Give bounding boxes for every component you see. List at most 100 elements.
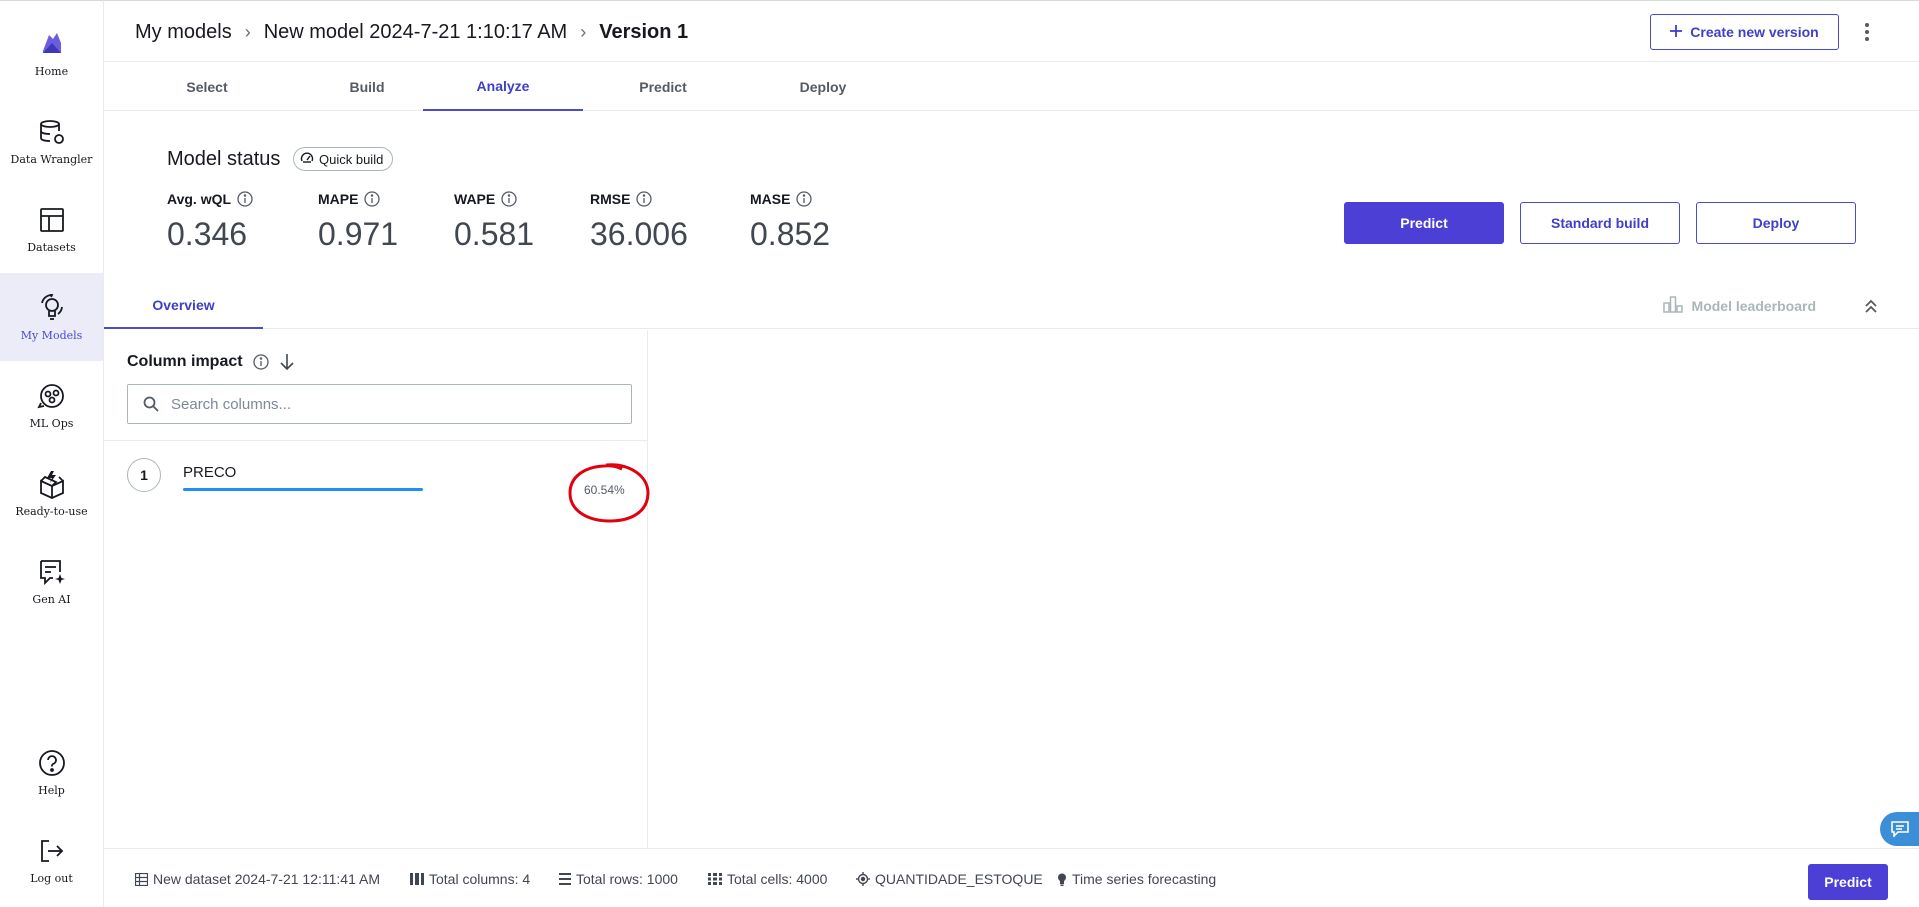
search-columns-field[interactable] <box>127 384 632 424</box>
info-icon[interactable] <box>364 191 381 207</box>
sidebar-item-data-wrangler[interactable]: Data Wrangler <box>0 97 103 185</box>
info-icon[interactable] <box>501 191 517 207</box>
columns-icon <box>410 873 424 885</box>
divider <box>104 440 648 441</box>
sidebar-item-label: ML Ops <box>29 416 74 430</box>
search-icon <box>143 396 159 412</box>
footer-total-cells: Total cells: 4000 <box>708 871 827 887</box>
build-type-badge: Quick build <box>293 147 394 171</box>
metric-value: 0.971 <box>318 216 399 252</box>
metric-rmse: RMSE 36.006 <box>590 191 688 253</box>
metric-value: 0.346 <box>167 216 248 252</box>
tab-select[interactable]: Select <box>127 62 287 111</box>
chevron-right-icon: › <box>580 22 587 42</box>
footer-total-rows: Total rows: 1000 <box>559 871 678 887</box>
column-impact-panel: Column impact 1 PRECO 60.54% <box>104 330 648 848</box>
chat-sparkle-icon <box>37 557 67 587</box>
step-tabs: Select Build Analyze Predict Deploy <box>104 62 1919 111</box>
metric-value: 36.006 <box>590 216 688 252</box>
model-leaderboard-link[interactable]: Model leaderboard <box>1662 295 1816 316</box>
info-icon[interactable] <box>237 191 253 207</box>
build-type-label: Quick build <box>319 151 384 167</box>
standard-build-button[interactable]: Standard build <box>1520 202 1680 244</box>
info-icon[interactable] <box>796 191 813 207</box>
sidebar-item-my-models[interactable]: My Models <box>0 273 103 361</box>
tab-analyze[interactable]: Analyze <box>423 62 583 111</box>
sidebar-item-label: My Models <box>20 328 83 342</box>
metric-wape: WAPE 0.581 <box>454 191 534 253</box>
box-icon <box>37 469 67 499</box>
red-annotation-circle <box>568 463 650 523</box>
sidebar-item-label: Log out <box>30 871 73 885</box>
column-name: PRECO <box>183 464 237 481</box>
plus-icon <box>1670 24 1683 40</box>
tab-overview[interactable]: Overview <box>104 283 263 329</box>
sidebar-item-ml-ops[interactable]: ML Ops <box>0 361 103 449</box>
table-icon <box>135 872 148 886</box>
breadcrumb-model[interactable]: New model 2024-7-21 1:10:17 AM <box>264 21 568 44</box>
model-status-title: Model status <box>167 148 281 170</box>
footer-target-column: QUANTIDADE_ESTOQUE <box>856 871 1043 887</box>
target-icon <box>856 872 870 886</box>
breadcrumb-version: Version 1 <box>599 21 689 43</box>
footer-total-columns: Total columns: 4 <box>410 871 530 887</box>
dataset-name: New dataset 2024-7-21 12:11:41 AM <box>153 871 381 887</box>
sidebar-item-log-out[interactable]: Log out <box>0 816 103 904</box>
mlops-icon <box>36 381 67 411</box>
breadcrumb-my-models[interactable]: My models <box>135 21 232 44</box>
bulb-icon <box>37 293 67 323</box>
total-cells: Total cells: 4000 <box>727 871 828 887</box>
sidebar: Home Data Wrangler Datasets My Models ML… <box>0 0 104 907</box>
sidebar-item-datasets[interactable]: Datasets <box>0 185 103 273</box>
collapse-up-icon[interactable] <box>1861 296 1881 316</box>
more-options-icon[interactable] <box>1863 20 1871 44</box>
metric-value: 0.581 <box>454 216 535 252</box>
sidebar-item-label: Home <box>34 64 69 78</box>
metric-mase: MASE 0.852 <box>750 191 830 253</box>
cells-icon <box>708 873 722 885</box>
metric-mape: MAPE 0.971 <box>318 191 398 253</box>
sidebar-item-label: Datasets <box>27 240 76 254</box>
footer-problem-type: Time series forecasting <box>1057 871 1216 887</box>
analysis-tabs: Overview Model leaderboard <box>104 283 1919 329</box>
tab-deploy[interactable]: Deploy <box>743 62 903 111</box>
target-column-name: QUANTIDADE_ESTOQUE <box>875 871 1043 887</box>
column-impact-title: Column impact <box>127 353 243 370</box>
info-icon[interactable] <box>636 191 653 207</box>
feedback-chat-button[interactable] <box>1880 812 1919 846</box>
column-impact-header: Column impact <box>127 353 295 371</box>
metric-name: MAPE <box>318 191 359 207</box>
predict-button[interactable]: Predict <box>1344 202 1504 244</box>
create-new-version-button[interactable]: Create new version <box>1650 14 1839 50</box>
sidebar-item-label: Data Wrangler <box>10 152 93 166</box>
sidebar-item-gen-ai[interactable]: Gen AI <box>0 537 103 625</box>
rank-badge: 1 <box>127 458 161 492</box>
metric-name: RMSE <box>590 191 631 207</box>
sort-down-arrow-icon[interactable] <box>279 353 295 371</box>
speedometer-icon <box>300 151 314 168</box>
leaderboard-chart-icon <box>1662 295 1683 316</box>
table-icon <box>37 205 67 235</box>
chevron-right-icon: › <box>244 22 251 42</box>
help-icon <box>37 748 67 778</box>
sidebar-item-ready-to-use[interactable]: Ready-to-use <box>0 449 103 537</box>
status-footer: New dataset 2024-7-21 12:11:41 AM Total … <box>104 848 1919 907</box>
model-leaderboard-label: Model leaderboard <box>1691 297 1816 314</box>
deploy-button[interactable]: Deploy <box>1696 202 1856 244</box>
top-header: My models › New model 2024-7-21 1:10:17 … <box>104 0 1919 62</box>
footer-predict-button[interactable]: Predict <box>1808 864 1888 900</box>
problem-type: Time series forecasting <box>1072 871 1217 887</box>
sidebar-item-help[interactable]: Help <box>0 728 103 816</box>
breadcrumb: My models › New model 2024-7-21 1:10:17 … <box>135 21 688 44</box>
footer-dataset: New dataset 2024-7-21 12:11:41 AM <box>135 871 380 887</box>
sidebar-item-home[interactable]: Home <box>0 9 103 97</box>
info-icon[interactable] <box>252 354 269 370</box>
canvas-logo-icon <box>37 29 67 59</box>
metric-avg-wql: Avg. wQL 0.346 <box>167 191 253 253</box>
create-new-version-label: Create new version <box>1690 24 1819 40</box>
lightbulb-icon <box>1058 873 1066 886</box>
tab-predict[interactable]: Predict <box>583 62 743 111</box>
sidebar-item-label: Gen AI <box>32 592 71 606</box>
logout-icon <box>37 836 67 866</box>
search-columns-input[interactable] <box>171 395 611 413</box>
